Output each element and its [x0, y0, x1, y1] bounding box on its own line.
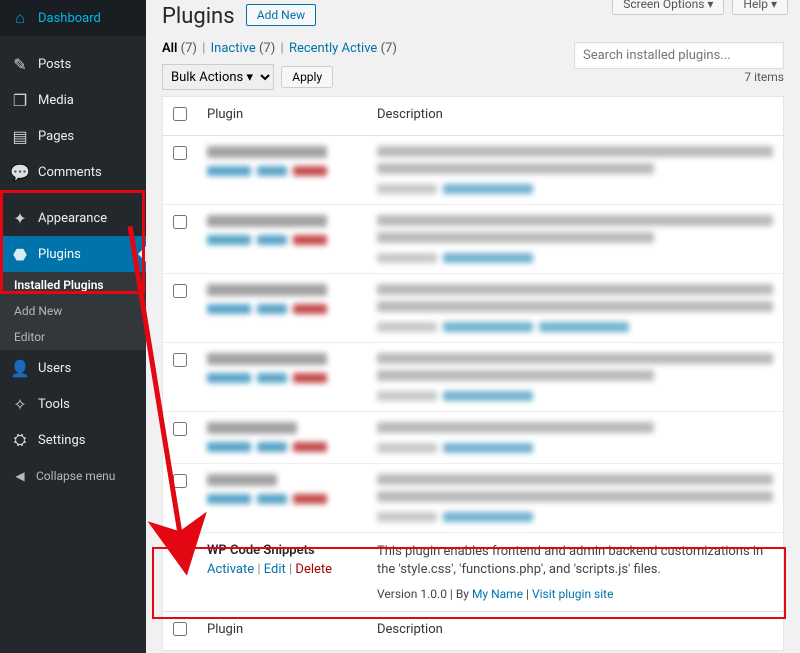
bulk-actions: Bulk Actions ▾ Apply [162, 64, 333, 90]
row-checkbox[interactable] [173, 284, 187, 298]
dashboard-icon: ⌂ [10, 8, 30, 28]
media-icon: ❐ [10, 90, 30, 110]
table-row [163, 343, 784, 412]
menu-label: Media [38, 93, 74, 108]
menu-media[interactable]: ❐ Media [0, 82, 146, 118]
collapse-icon: ◀ [10, 466, 30, 486]
submenu-editor[interactable]: Editor [0, 324, 146, 350]
comment-icon: 💬 [10, 162, 30, 182]
col-description[interactable]: Description [367, 97, 784, 136]
items-count: 7 items [744, 70, 784, 84]
search-input[interactable] [574, 42, 784, 69]
plugins-table: Plugin Description [162, 96, 784, 651]
add-new-button[interactable]: Add New [246, 4, 316, 26]
submenu-installed-plugins[interactable]: Installed Plugins [0, 272, 146, 298]
menu-posts[interactable]: ✎ Posts [0, 46, 146, 82]
author-link[interactable]: My Name [472, 587, 523, 601]
activate-link[interactable]: Activate [207, 562, 254, 577]
visit-site-link[interactable]: Visit plugin site [532, 587, 614, 601]
filter-all[interactable]: All [162, 41, 177, 56]
menu-label: Tools [38, 397, 70, 412]
pin-icon: ✎ [10, 54, 30, 74]
menu-label: Plugins [38, 247, 81, 262]
select-all-checkbox-bottom[interactable] [173, 622, 187, 636]
filter-recent-count: (7) [381, 41, 397, 56]
collapse-label: Collapse menu [36, 469, 115, 483]
select-all-checkbox[interactable] [173, 107, 187, 121]
menu-label: Settings [38, 433, 85, 448]
edit-link[interactable]: Edit [264, 562, 286, 577]
plugin-name: WP Code Snippets [207, 543, 357, 558]
screen-options-button[interactable]: Screen Options ▾ [612, 0, 724, 15]
menu-settings[interactable]: ⛭ Settings [0, 422, 146, 458]
table-row-featured: WP Code Snippets Activate | Edit | Delet… [163, 533, 784, 612]
brush-icon: ✦ [10, 208, 30, 228]
user-icon: 👤 [10, 358, 30, 378]
menu-dashboard[interactable]: ⌂ Dashboard [0, 0, 146, 36]
main-content: Screen Options ▾ Help ▾ Plugins Add New … [146, 0, 800, 653]
menu-label: Appearance [38, 211, 107, 226]
row-checkbox[interactable] [173, 543, 187, 557]
admin-sidebar: ⌂ Dashboard ✎ Posts ❐ Media ▤ Pages 💬 Co… [0, 0, 146, 653]
row-checkbox[interactable] [173, 146, 187, 160]
row-checkbox[interactable] [173, 422, 187, 436]
col-plugin[interactable]: Plugin [197, 97, 367, 136]
plug-icon: ⬣ [10, 244, 30, 264]
collapse-menu[interactable]: ◀ Collapse menu [0, 458, 146, 494]
plugin-meta: Version 1.0.0 | By My Name | Visit plugi… [377, 587, 773, 601]
page-title: Plugins [162, 4, 235, 29]
page-icon: ▤ [10, 126, 30, 146]
table-row [163, 136, 784, 205]
plugins-submenu: Installed Plugins Add New Editor [0, 272, 146, 350]
delete-link[interactable]: Delete [295, 562, 332, 577]
row-checkbox[interactable] [173, 474, 187, 488]
menu-label: Comments [38, 165, 102, 180]
menu-pages[interactable]: ▤ Pages [0, 118, 146, 154]
menu-appearance[interactable]: ✦ Appearance [0, 200, 146, 236]
menu-comments[interactable]: 💬 Comments [0, 154, 146, 190]
row-actions: Activate | Edit | Delete [207, 562, 357, 577]
table-row [163, 274, 784, 343]
search-box [574, 42, 784, 69]
gear-icon: ⛭ [10, 430, 30, 450]
table-row [163, 412, 784, 464]
bulk-actions-select[interactable]: Bulk Actions ▾ [162, 64, 274, 90]
menu-label: Users [38, 361, 71, 376]
menu-tools[interactable]: ✧ Tools [0, 386, 146, 422]
menu-label: Pages [38, 129, 74, 144]
menu-label: Posts [38, 57, 71, 72]
filter-recently-active[interactable]: Recently Active [289, 41, 377, 56]
filter-inactive[interactable]: Inactive [211, 41, 256, 56]
plugin-description: This plugin enables frontend and admin b… [377, 543, 773, 579]
table-row [163, 464, 784, 533]
help-button[interactable]: Help ▾ [732, 0, 788, 15]
menu-users[interactable]: 👤 Users [0, 350, 146, 386]
table-row [163, 205, 784, 274]
col-plugin-foot[interactable]: Plugin [197, 612, 367, 651]
apply-button[interactable]: Apply [281, 66, 333, 88]
submenu-add-new[interactable]: Add New [0, 298, 146, 324]
col-description-foot[interactable]: Description [367, 612, 784, 651]
tool-icon: ✧ [10, 394, 30, 414]
menu-plugins[interactable]: ⬣ Plugins [0, 236, 146, 272]
filter-inactive-count: (7) [259, 41, 275, 56]
menu-label: Dashboard [38, 11, 101, 26]
row-checkbox[interactable] [173, 215, 187, 229]
row-checkbox[interactable] [173, 353, 187, 367]
filter-all-count: (7) [181, 41, 197, 56]
